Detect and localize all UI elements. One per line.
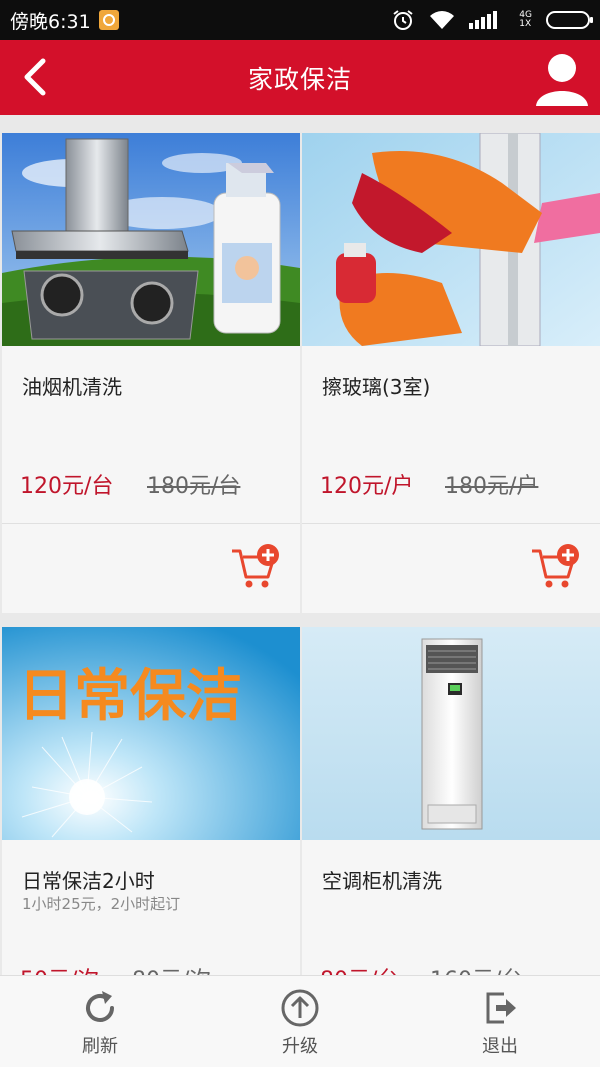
product-old-price: 180元/台 <box>147 474 241 499</box>
product-image-air-conditioner <box>302 627 600 840</box>
product-image-window-cleaning <box>302 133 600 346</box>
wifi-icon <box>430 11 455 29</box>
profile-button[interactable] <box>534 48 590 108</box>
product-image-daily-cleaning: 日常保洁 <box>2 627 300 840</box>
status-bar: 傍晚6:31 4G 1X <box>0 0 600 40</box>
product-card-air-conditioner[interactable]: 空调柜机清洗 80元/台 160元/台 <box>302 627 600 987</box>
refresh-label: 刷新 <box>82 1036 118 1057</box>
upgrade-label: 升级 <box>282 1036 318 1057</box>
product-price: 120元/台 <box>20 474 114 499</box>
user-profile-icon <box>536 54 588 106</box>
add-to-cart-button[interactable] <box>530 543 582 589</box>
exit-button[interactable]: 退出 <box>400 976 600 1067</box>
exit-icon <box>486 992 516 1024</box>
product-subtitle: 1小时25元，2小时起订 <box>22 895 181 913</box>
add-to-cart-icon <box>232 544 279 588</box>
status-time: 傍晚6:31 <box>10 10 91 33</box>
alarm-icon <box>393 10 413 30</box>
product-image-range-hood <box>2 133 300 346</box>
add-to-cart-icon <box>532 544 579 588</box>
app-header: 家政保洁 <box>0 40 600 115</box>
banner-text: 日常保洁 <box>18 664 242 729</box>
upgrade-button[interactable]: 升级 <box>200 976 400 1067</box>
bottom-nav: 刷新 升级 退出 <box>0 975 600 1067</box>
page-title: 家政保洁 <box>247 64 352 94</box>
divider <box>2 523 300 524</box>
back-button[interactable] <box>10 52 60 102</box>
back-arrow-icon <box>24 58 46 96</box>
upgrade-icon <box>281 989 319 1027</box>
product-name: 日常保洁2小时 <box>22 869 155 893</box>
divider <box>302 523 600 524</box>
battery-icon <box>546 11 593 29</box>
app-notification-icon <box>98 10 119 30</box>
signal-icon <box>469 11 498 29</box>
product-name: 空调柜机清洗 <box>322 869 442 893</box>
product-card-range-hood[interactable]: 油烟机清洗 120元/台 180元/台 <box>2 133 300 613</box>
product-card-window-cleaning[interactable]: 擦玻璃(3室) 120元/户 180元/户 <box>302 133 600 613</box>
product-card-daily-cleaning[interactable]: 日常保洁 日常保洁2小时 1小时25元，2小时起订 50元/次 80元/次 <box>2 627 300 987</box>
product-name: 油烟机清洗 <box>22 375 122 399</box>
product-old-price: 180元/户 <box>445 474 539 499</box>
product-name: 擦玻璃(3室) <box>322 375 431 399</box>
refresh-button[interactable]: 刷新 <box>0 976 200 1067</box>
network-type: 4G 1X <box>519 10 532 29</box>
add-to-cart-button[interactable] <box>230 543 282 589</box>
exit-label: 退出 <box>482 1036 518 1057</box>
refresh-icon <box>86 991 114 1022</box>
product-price: 120元/户 <box>320 474 414 499</box>
